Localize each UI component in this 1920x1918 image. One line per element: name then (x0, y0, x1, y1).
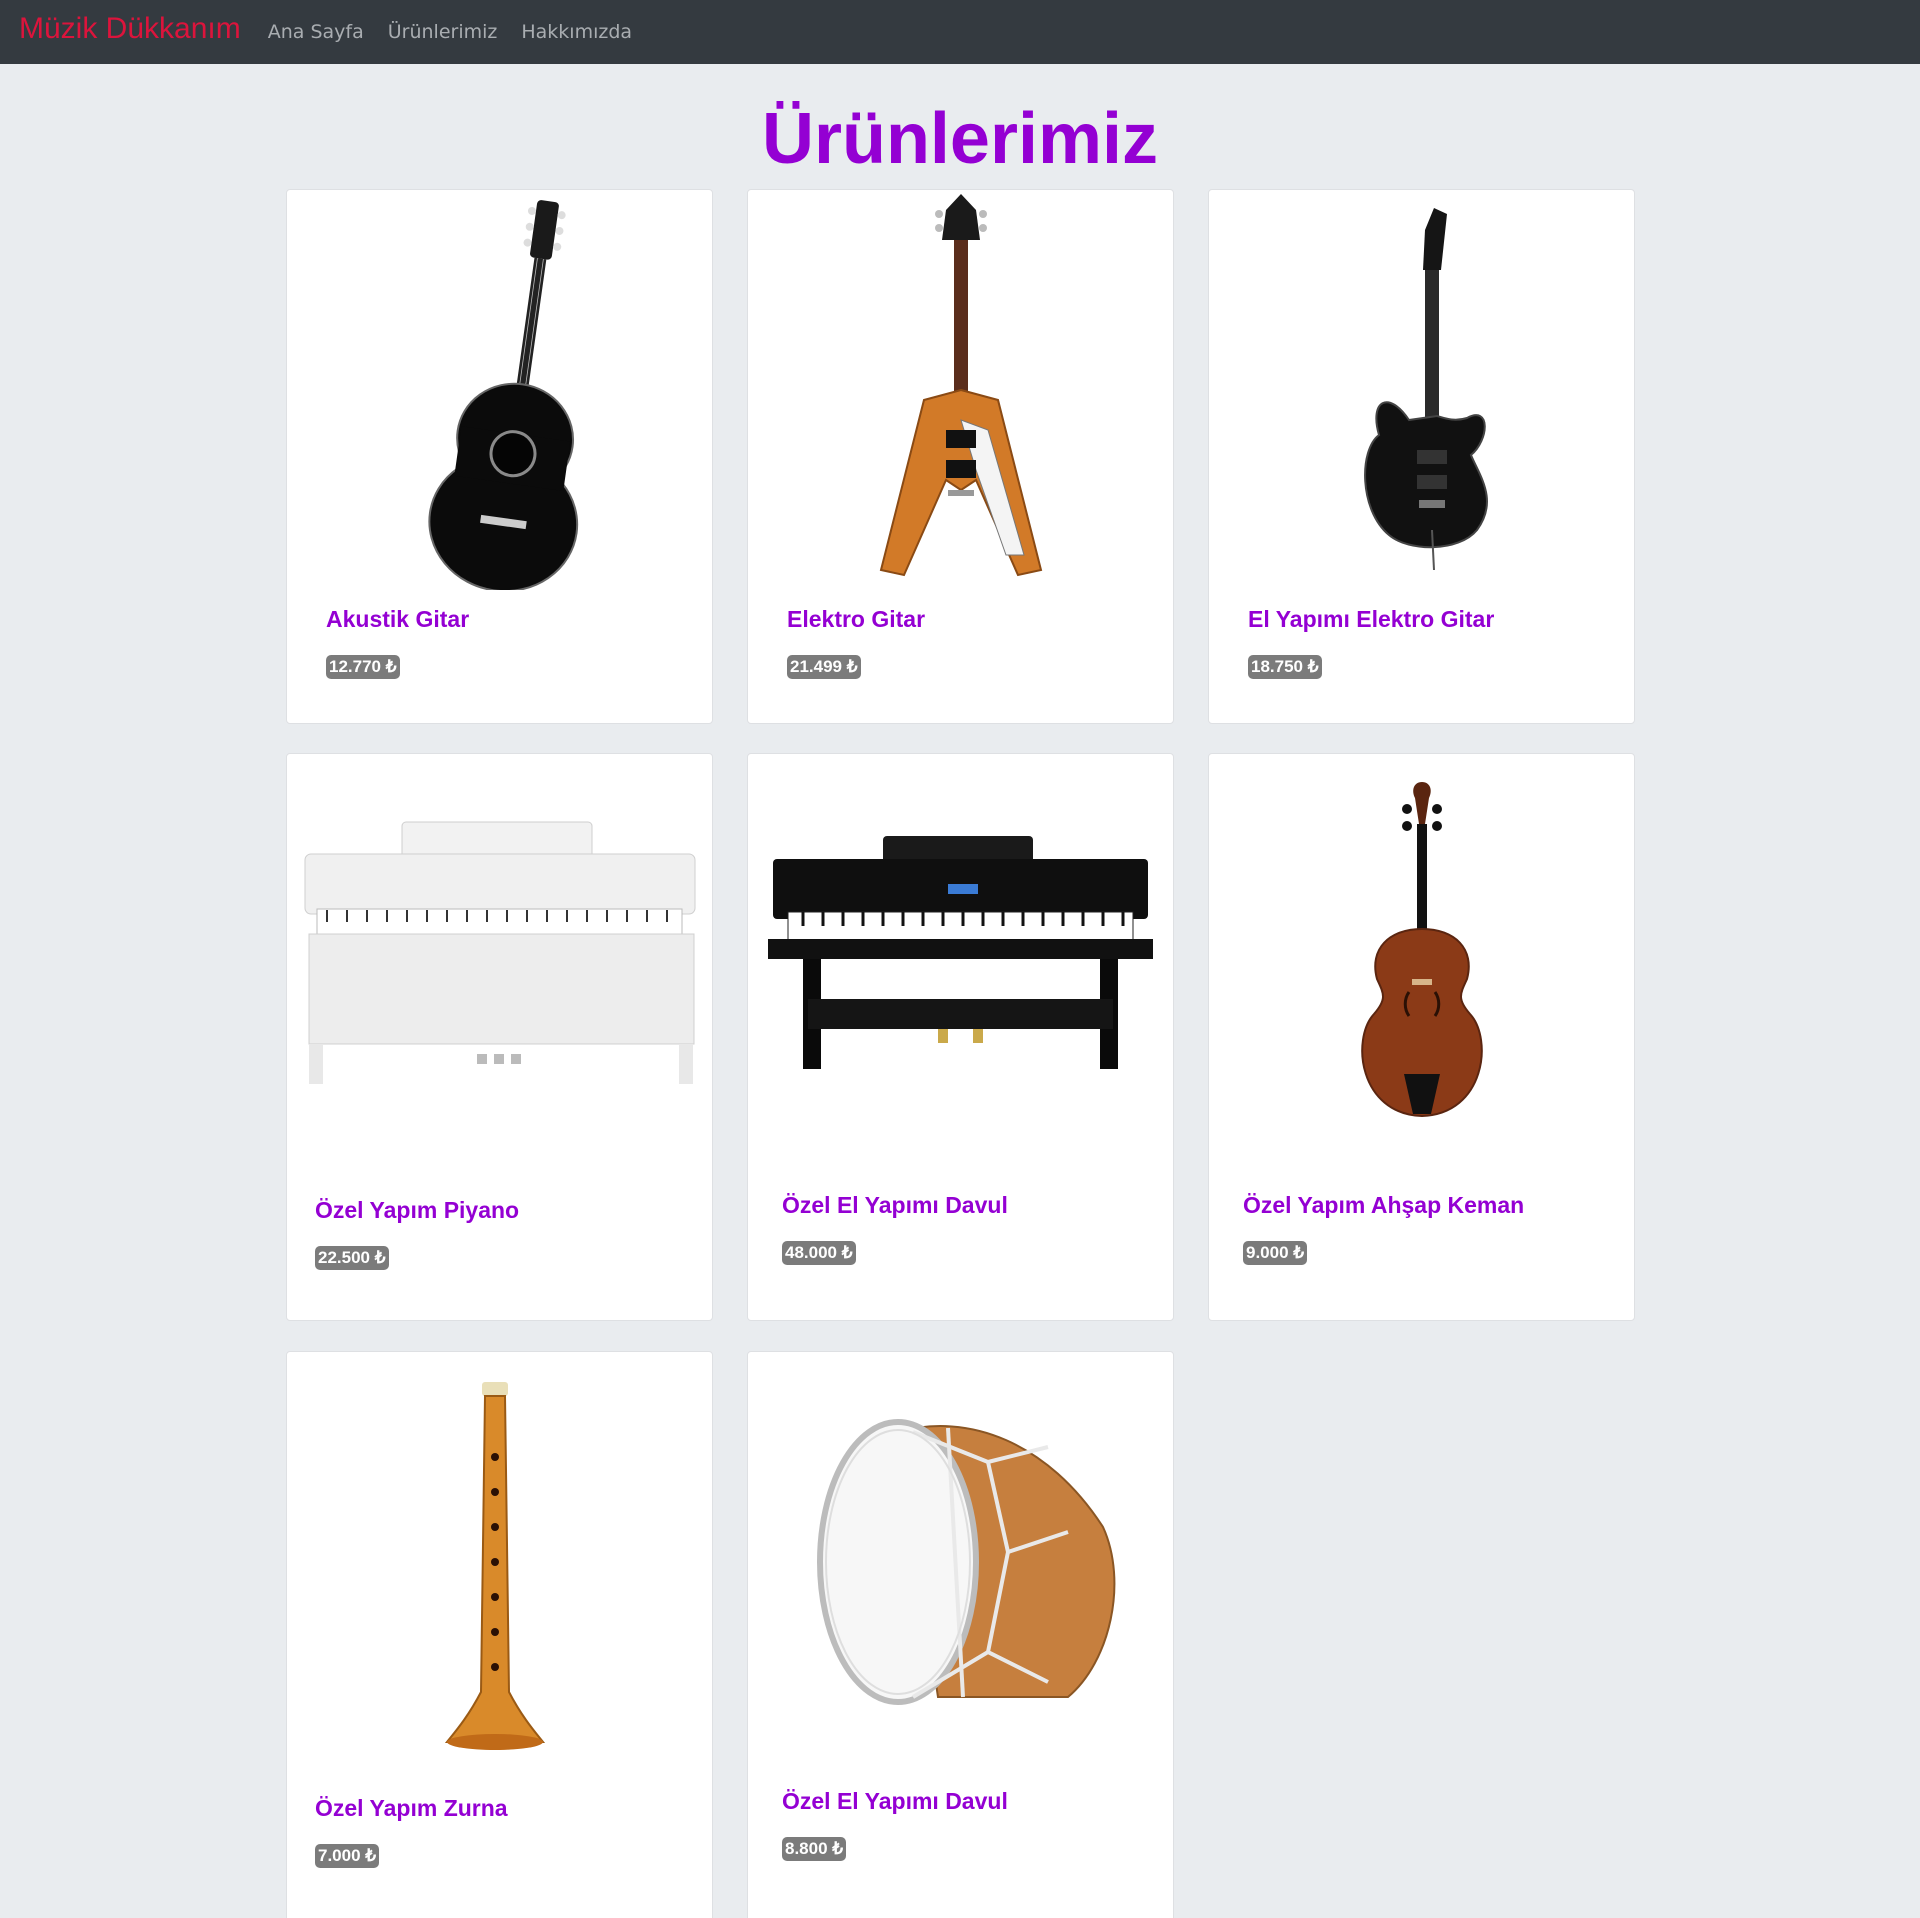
product-card[interactable]: Özel Yapım Zurna 7.000 ₺ (286, 1351, 713, 1918)
zurna-image (444, 1382, 546, 1750)
acoustic-guitar-image (428, 200, 579, 590)
product-card[interactable]: Özel Yapım Piyano 22.500 ₺ (286, 753, 713, 1321)
product-title[interactable]: Özel El Yapımı Davul (782, 1192, 1008, 1219)
product-card[interactable]: Özel El Yapımı Davul 48.000 ₺ (747, 753, 1174, 1321)
product-card[interactable]: El Yapımı Elektro Gitar 18.750 ₺ (1208, 189, 1635, 724)
product-title[interactable]: Özel Yapım Piyano (315, 1197, 519, 1224)
product-title[interactable]: El Yapımı Elektro Gitar (1248, 606, 1494, 633)
top-navbar: Müzik Dükkanım Ana Sayfa Ürünlerimiz Hak… (0, 0, 1920, 64)
price-badge: 9.000 ₺ (1243, 1241, 1308, 1265)
product-title[interactable]: Özel Yapım Zurna (315, 1795, 508, 1822)
white-piano-image (304, 821, 696, 1084)
product-title[interactable]: Özel El Yapımı Davul (782, 1788, 1008, 1815)
price-badge: 12.770 ₺ (326, 655, 400, 679)
flying-v-guitar-image (879, 194, 1043, 577)
black-electric-guitar-image (1364, 208, 1488, 571)
nav-link-products[interactable]: Ürünlerimiz (388, 21, 498, 43)
product-card[interactable]: Özel Yapım Ahşap Keman 9.000 ₺ (1208, 753, 1635, 1321)
price-badge: 21.499 ₺ (787, 655, 861, 679)
product-card[interactable]: Özel El Yapımı Davul 8.800 ₺ (747, 1351, 1174, 1918)
price-badge: 22.500 ₺ (315, 1246, 389, 1270)
product-title[interactable]: Özel Yapım Ahşap Keman (1243, 1192, 1524, 1219)
price-badge: 48.000 ₺ (782, 1241, 856, 1265)
product-card[interactable]: Akustik Gitar 12.770 ₺ (286, 189, 713, 724)
product-title[interactable]: Elektro Gitar (787, 606, 925, 633)
product-title[interactable]: Akustik Gitar (326, 606, 469, 633)
page-title: Ürünlerimiz (761, 99, 1159, 179)
davul-drum-image (817, 1419, 1116, 1705)
violin-image (1361, 782, 1483, 1118)
nav-link-about[interactable]: Hakkımızda (521, 21, 632, 43)
price-badge: 18.750 ₺ (1248, 655, 1322, 679)
price-badge: 7.000 ₺ (315, 1844, 380, 1868)
brand-link[interactable]: Müzik Dükkanım (19, 12, 241, 46)
price-badge: 8.800 ₺ (782, 1837, 847, 1861)
product-card[interactable]: Elektro Gitar 21.499 ₺ (747, 189, 1174, 724)
nav-link-home[interactable]: Ana Sayfa (268, 21, 364, 43)
black-piano-image (768, 836, 1153, 1069)
